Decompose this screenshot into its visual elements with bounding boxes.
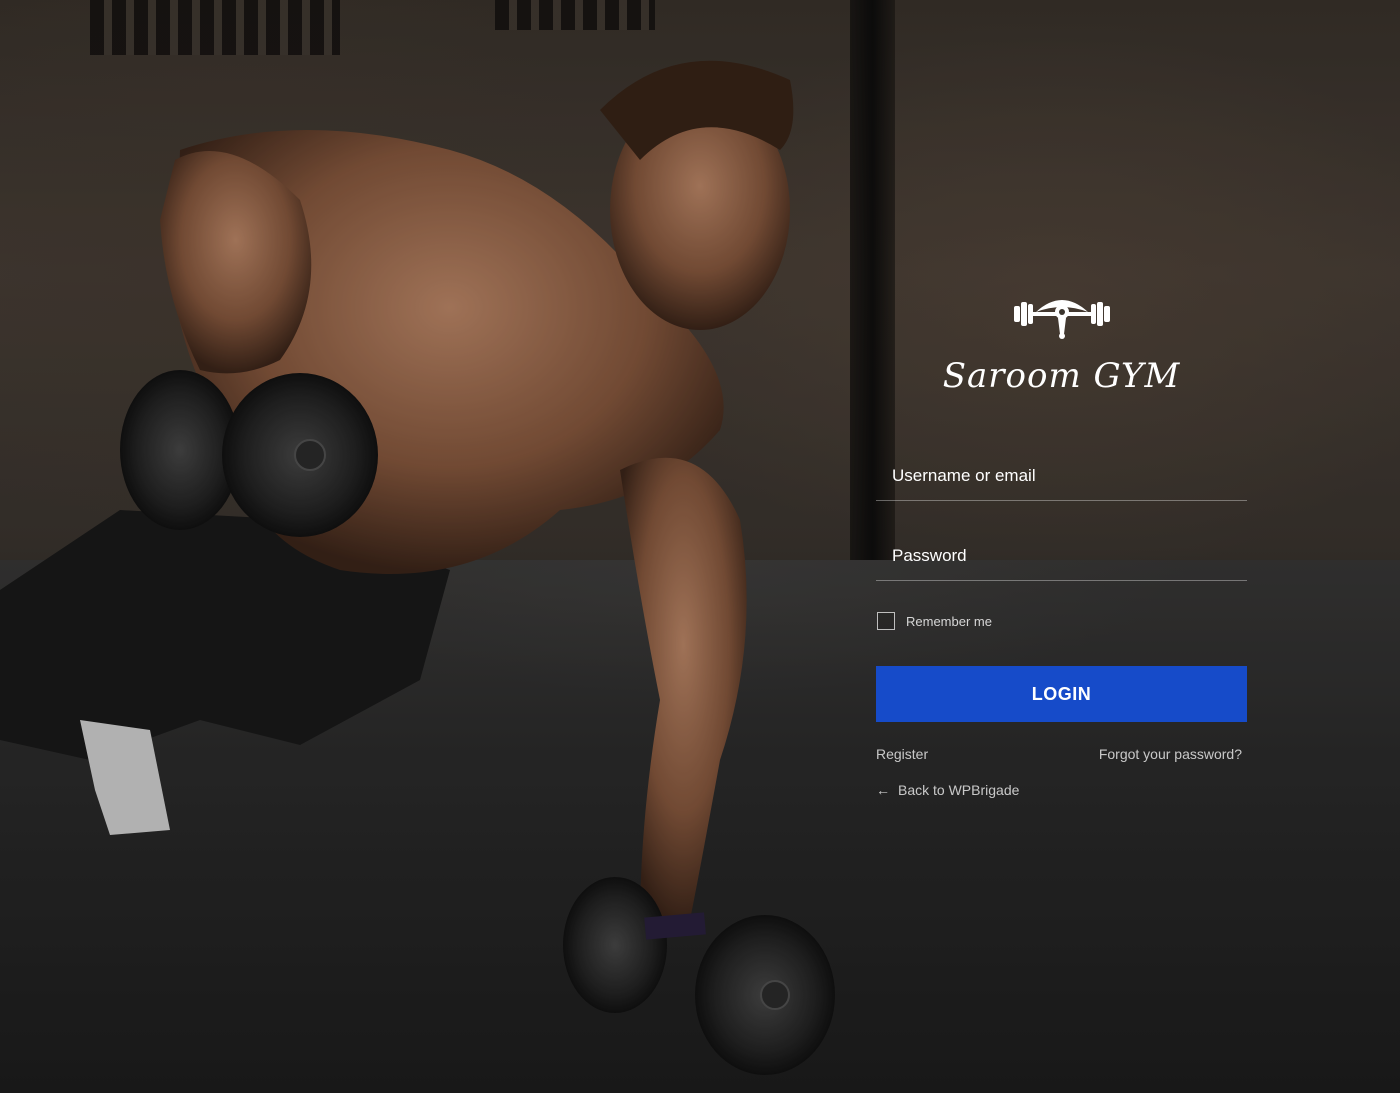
forgot-password-link[interactable]: Forgot your password? [1099, 744, 1242, 764]
auth-links: Register Forgot your password? [876, 744, 1247, 764]
brand-name: Saroom GYM [942, 356, 1181, 396]
password-field [876, 532, 1247, 581]
login-button[interactable]: LOGIN [876, 666, 1247, 722]
brand-logo: Saroom GYM [876, 290, 1247, 396]
arrow-left-icon: ← [876, 782, 890, 798]
username-input[interactable] [876, 452, 1247, 500]
remember-me: Remember me [876, 611, 1247, 631]
remember-me-checkbox[interactable] [877, 612, 895, 630]
remember-me-label[interactable]: Remember me [906, 614, 992, 629]
username-field [876, 452, 1247, 501]
back-link-row: ← Back to WPBrigade [876, 780, 1247, 800]
password-input[interactable] [876, 532, 1247, 580]
login-page: Saroom GYM Remember me LOGIN Register Fo… [0, 0, 1400, 1093]
back-link[interactable]: Back to WPBrigade [898, 780, 1019, 800]
register-link[interactable]: Register [876, 744, 928, 764]
login-form: Saroom GYM Remember me LOGIN Register Fo… [876, 290, 1247, 800]
dumbbell-eye-icon [1013, 300, 1110, 339]
